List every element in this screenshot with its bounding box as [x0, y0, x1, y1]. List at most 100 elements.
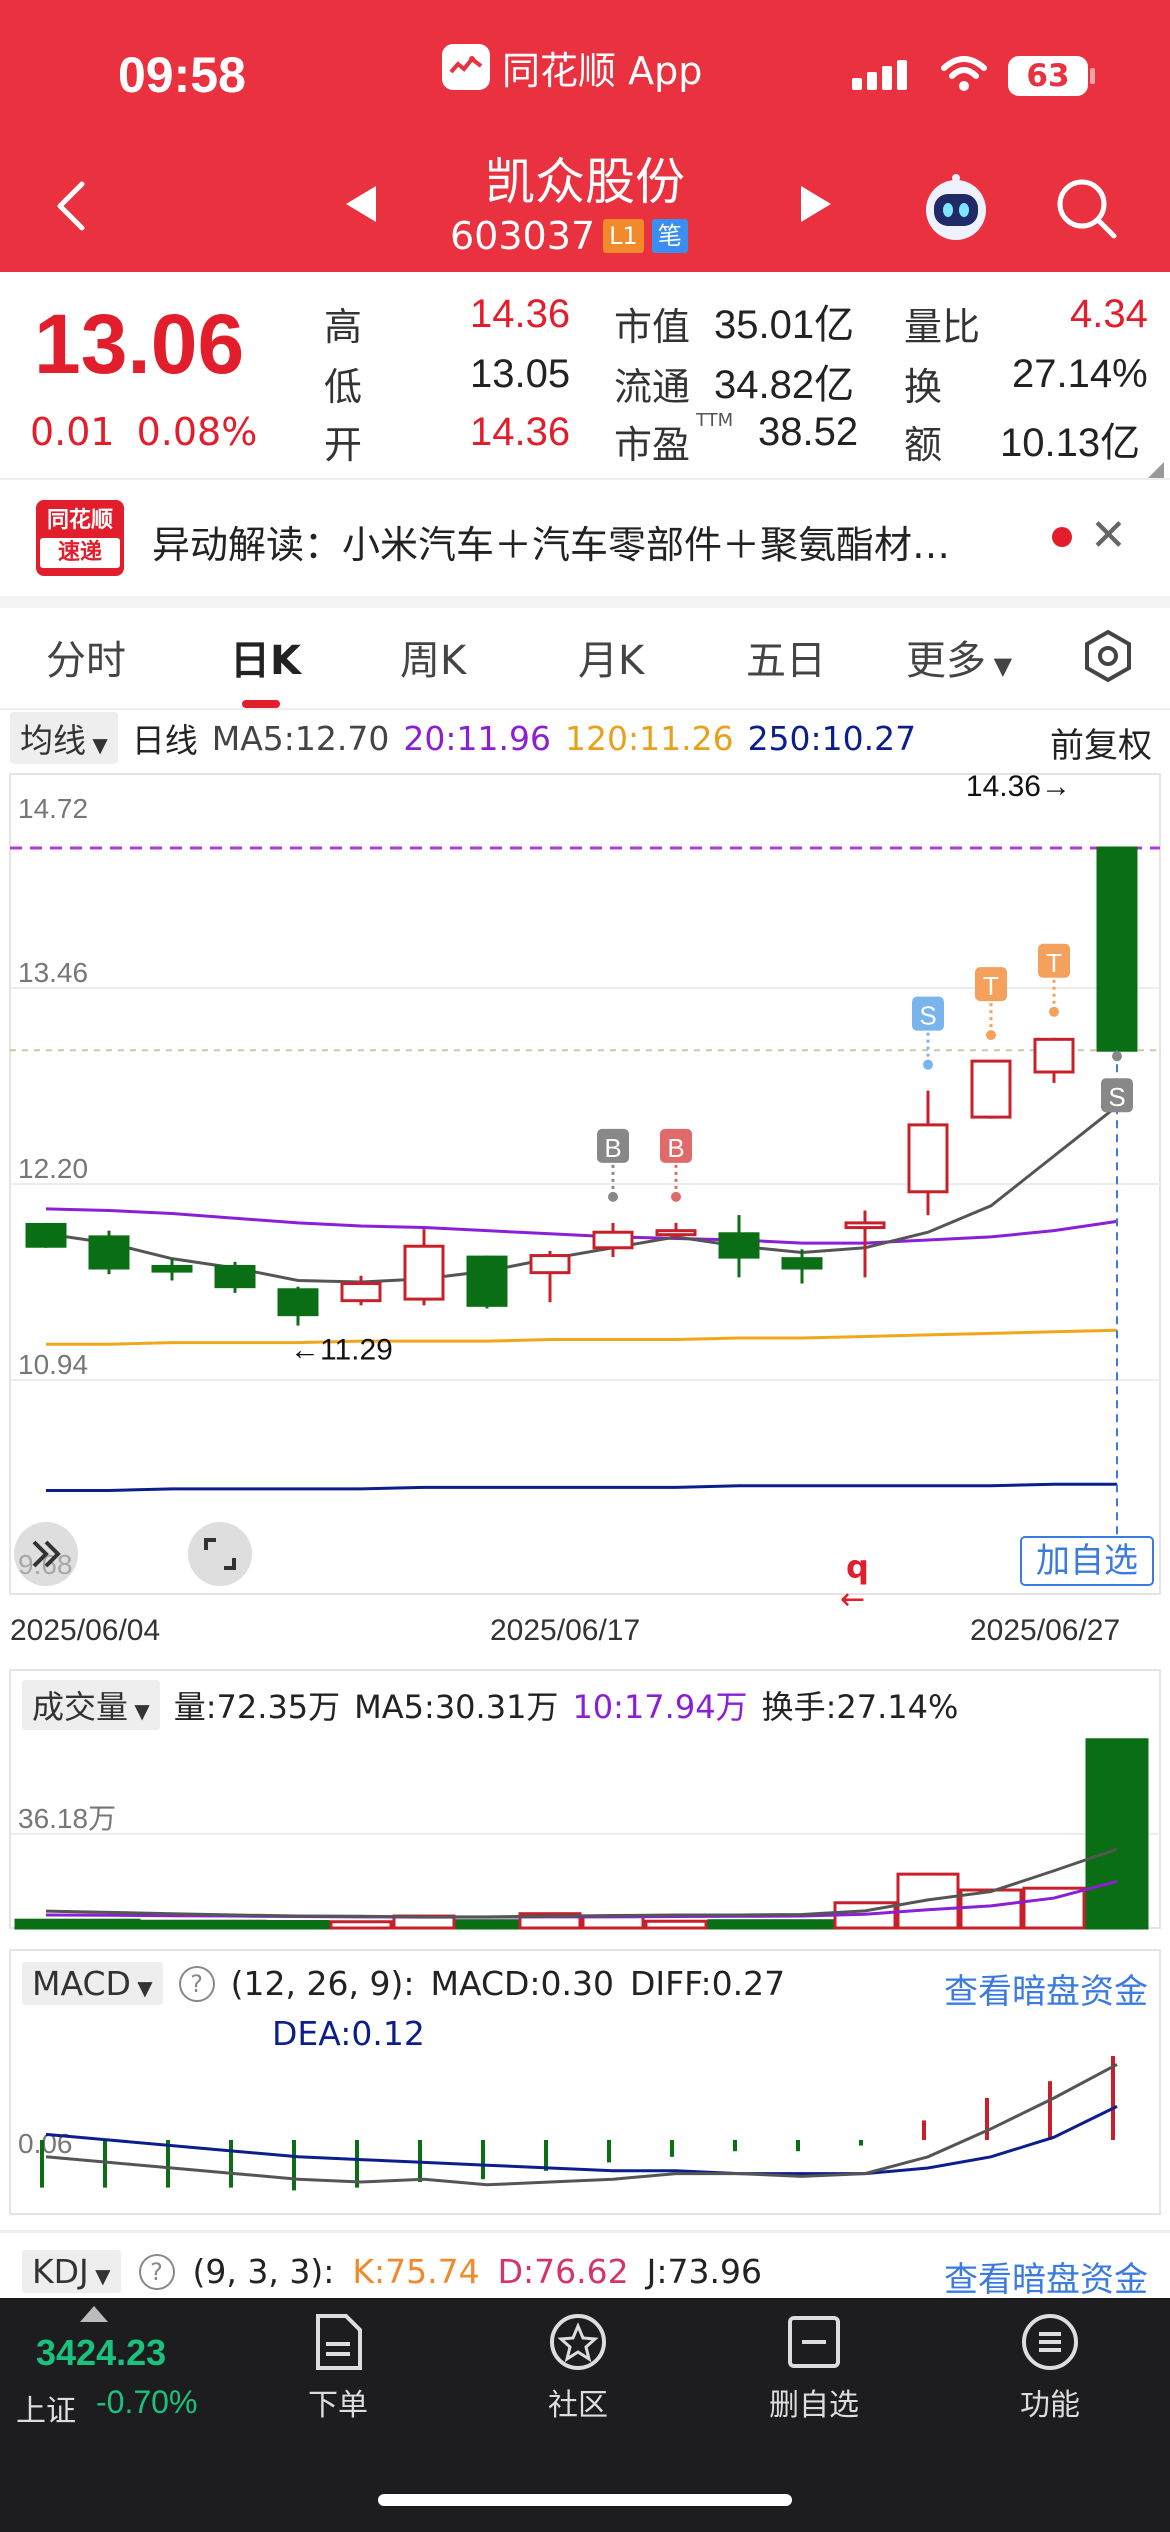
- stock-code: 603037: [450, 214, 596, 258]
- adjust-mode-button[interactable]: 前复权: [1050, 718, 1152, 767]
- candle-down: [718, 1232, 760, 1259]
- candle-down: [1096, 846, 1138, 1052]
- candle-down: [151, 1264, 193, 1273]
- price-change-row: 0.01 0.08%: [30, 410, 257, 454]
- search-icon[interactable]: [1054, 176, 1118, 240]
- kdj-dropdown-label: KDJ: [32, 2252, 89, 2291]
- tab-divider: [0, 708, 1170, 710]
- nav-remove-watch-label: 删自选: [769, 2388, 859, 2423]
- signal-marker-label: T: [1046, 948, 1062, 978]
- tab-more[interactable]: 更多 ▼: [906, 628, 1012, 686]
- settings-hexagon-icon[interactable]: [1080, 628, 1136, 684]
- candle-down: [88, 1235, 130, 1270]
- volume-bar-down: [266, 1919, 330, 1930]
- float-value: 34.82亿: [714, 363, 855, 407]
- ma120-line: [46, 1328, 1118, 1346]
- chevron-down-icon: ▼: [128, 1699, 150, 1723]
- menu-circle-icon: [1022, 2314, 1078, 2370]
- macd-dropdown[interactable]: MACD ▼: [22, 1962, 163, 2005]
- diff-line: [45, 2063, 1118, 2187]
- news-text[interactable]: 异动解读：小米汽车＋汽车零部件＋聚氨酯材…: [152, 514, 950, 569]
- candle-down: [781, 1257, 823, 1270]
- diff-value: DIFF:0.27: [630, 1964, 786, 2003]
- ma-dropdown-label: 均线: [20, 721, 86, 760]
- ma250-value: 250:10.27: [747, 718, 917, 758]
- level-tag: L1: [603, 219, 644, 253]
- app-switch-pill[interactable]: 同花顺 App: [442, 42, 702, 93]
- q-marker[interactable]: q: [846, 1548, 869, 1586]
- signal-marker-label: B: [667, 1133, 684, 1163]
- dea-line: [45, 2105, 1118, 2176]
- ma-legend-row: 均线 ▼ 日线 MA5:12.70 20:11.96 120:11.26 250…: [10, 712, 916, 764]
- macd-legend-row: MACD ▼ ? (12, 26, 9): MACD:0.30 DIFF:0.2…: [22, 1962, 785, 2005]
- kdj-divider: [0, 2230, 1170, 2233]
- battery-tip: [1090, 68, 1095, 84]
- tab-five-day[interactable]: 五日: [746, 628, 826, 686]
- ma120-value: 120:11.26: [564, 718, 734, 758]
- help-icon[interactable]: ?: [138, 2253, 175, 2290]
- ma250-line: [46, 1482, 1117, 1492]
- volume-ratio-label: 量比: [904, 305, 981, 349]
- tab-week-k[interactable]: 周K: [400, 628, 466, 686]
- chevron-down-icon: ▼: [986, 652, 1013, 680]
- home-indicator[interactable]: [378, 2494, 792, 2506]
- news-close-icon[interactable]: ✕: [1090, 510, 1127, 561]
- ma-dropdown[interactable]: 均线 ▼: [10, 712, 118, 764]
- nav-remove-watch[interactable]: 删自选: [744, 2312, 884, 2424]
- high-label: 高: [324, 305, 363, 349]
- candle-up: [907, 1123, 949, 1194]
- volume-bar-down: [203, 1919, 267, 1930]
- ma5-value: MA5:12.70: [211, 718, 390, 758]
- volume-ma10: 10:17.94万: [572, 1688, 748, 1726]
- volume-dropdown[interactable]: 成交量 ▼: [22, 1680, 160, 1730]
- nav-functions[interactable]: 功能: [980, 2312, 1120, 2424]
- signal-icon: [852, 60, 907, 90]
- tab-day-k[interactable]: 日K: [230, 628, 301, 686]
- nav-community[interactable]: 社区: [508, 2312, 648, 2424]
- kdj-dark-fund-link[interactable]: 查看暗盘资金: [944, 2252, 1148, 2301]
- kline-y-tick: 13.46: [18, 957, 88, 988]
- volume-y-tick: 36.18万: [18, 1803, 116, 1834]
- volume-bar-up: [644, 1919, 708, 1930]
- help-icon[interactable]: ?: [178, 1965, 215, 2002]
- kdj-dropdown[interactable]: KDJ ▼: [22, 2250, 121, 2293]
- index-value[interactable]: 3424.23: [36, 2332, 166, 2374]
- kline-y-tick: 10.94: [18, 1349, 88, 1380]
- high-value: 14.36: [470, 292, 571, 336]
- tab-more-label: 更多: [906, 638, 986, 684]
- signal-marker-label: S: [919, 1001, 936, 1031]
- macd-dropdown-label: MACD: [32, 1964, 131, 2003]
- nav-order[interactable]: 下单: [268, 2312, 408, 2424]
- signal-marker-dot: [1049, 1006, 1059, 1017]
- signal-marker-dot: [608, 1191, 618, 1202]
- add-watchlist-button[interactable]: 加自选: [1020, 1536, 1154, 1586]
- tab-intraday[interactable]: 分时: [46, 628, 126, 686]
- low-label: 低: [324, 365, 363, 409]
- signal-marker-label: B: [604, 1133, 621, 1163]
- fullscreen-button[interactable]: [188, 1522, 252, 1586]
- kline-chart-area[interactable]: 14.7213.4612.2010.949.6814.36→←11.29BBST…: [0, 768, 1170, 2298]
- header: 09:58 同花顺 App 63 凯众股份 603037 L1 笔: [0, 0, 1170, 272]
- chevron-down-icon: ▼: [130, 1976, 153, 2000]
- volume-bar-up: [1022, 1886, 1086, 1930]
- section-divider: [0, 596, 1170, 608]
- signal-marker-dot: [671, 1191, 681, 1202]
- next-stock-icon[interactable]: [797, 184, 833, 224]
- expand-corner-icon[interactable]: [1148, 462, 1164, 478]
- volume-bar-down: [14, 1918, 78, 1930]
- candle-up: [655, 1229, 697, 1237]
- tab-month-k[interactable]: 月K: [578, 628, 644, 686]
- macd-dark-fund-link[interactable]: 查看暗盘资金: [944, 1964, 1148, 2013]
- candle-up: [844, 1221, 886, 1230]
- index-expand-icon[interactable]: [80, 2306, 108, 2322]
- expand-chart-button[interactable]: [14, 1522, 78, 1586]
- volume-bar-up: [329, 1920, 393, 1930]
- k-value: K:75.74: [352, 2252, 480, 2291]
- volume-bar-down: [770, 1919, 834, 1930]
- star-circle-icon: [550, 2314, 606, 2370]
- open-value: 14.36: [470, 410, 571, 454]
- stock-code-row: 603037 L1 笔: [450, 214, 688, 258]
- robot-assistant-icon[interactable]: [920, 172, 992, 244]
- nav-functions-label: 功能: [1020, 2388, 1080, 2423]
- date-middle: 2025/06/17: [490, 1614, 641, 1647]
